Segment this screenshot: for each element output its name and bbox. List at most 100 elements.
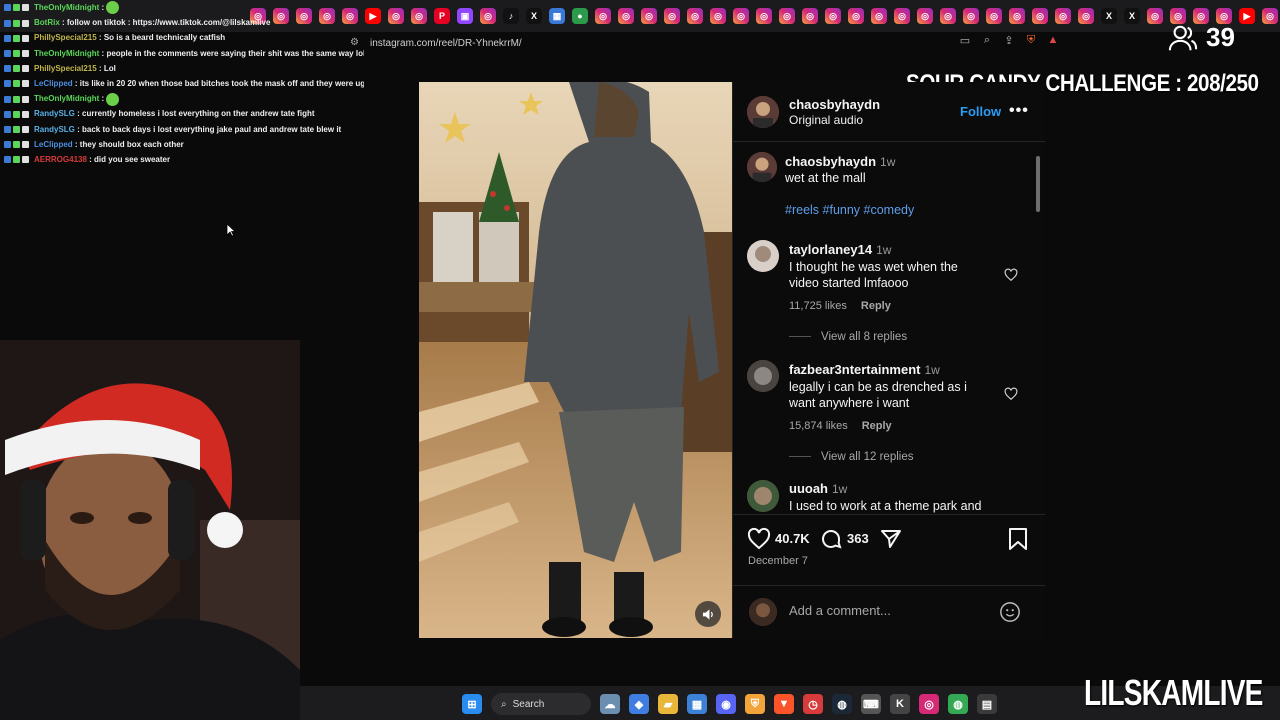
- instagram-icon[interactable]: ◎: [664, 8, 680, 24]
- taskbar-search[interactable]: ⌕ Search: [491, 693, 591, 715]
- like-heart-icon[interactable]: [747, 527, 771, 551]
- instagram-icon[interactable]: ◎: [871, 8, 887, 24]
- author-username[interactable]: chaosbyhaydn: [789, 97, 880, 112]
- instagram-icon[interactable]: ◎: [894, 8, 910, 24]
- youtube-icon[interactable]: ▶: [1239, 8, 1255, 24]
- audio-label[interactable]: Original audio: [789, 113, 863, 127]
- chrome-icon[interactable]: ◍: [948, 694, 968, 714]
- instagram-icon[interactable]: ◎: [986, 8, 1002, 24]
- k-icon[interactable]: K: [890, 694, 910, 714]
- comment-user-name[interactable]: fazbear3ntertainment: [789, 362, 920, 377]
- rewards-icon[interactable]: ▲: [1046, 34, 1060, 47]
- instagram-icon[interactable]: ◎: [779, 8, 795, 24]
- instagram-icon[interactable]: ◎: [687, 8, 703, 24]
- instagram-icon[interactable]: ◎: [1147, 8, 1163, 24]
- instagram-icon[interactable]: ◎: [919, 694, 939, 714]
- instagram-icon[interactable]: ◎: [917, 8, 933, 24]
- widgets-icon[interactable]: ☁: [600, 694, 620, 714]
- comment-avatar[interactable]: [747, 360, 779, 392]
- comment-like-heart-icon[interactable]: [1004, 387, 1018, 401]
- more-options-icon[interactable]: •••: [1009, 102, 1029, 120]
- copilot-icon[interactable]: ◆: [629, 694, 649, 714]
- brave-shield-icon[interactable]: ⛨: [1024, 34, 1038, 47]
- windows-start-icon[interactable]: ⊞: [462, 694, 482, 714]
- comment-likes[interactable]: 15,874 likes: [789, 420, 848, 432]
- instagram-icon[interactable]: ◎: [1009, 8, 1025, 24]
- app-icon[interactable]: ▤: [977, 694, 997, 714]
- view-replies-button[interactable]: View all 12 replies: [789, 451, 913, 463]
- view-replies-button[interactable]: View all 8 replies: [789, 331, 907, 343]
- pip-icon[interactable]: ▭: [958, 34, 972, 47]
- instagram-icon[interactable]: ◎: [1262, 8, 1278, 24]
- instagram-icon[interactable]: ◎: [733, 8, 749, 24]
- x-icon[interactable]: X: [526, 8, 542, 24]
- share-paper-plane-icon[interactable]: [879, 527, 903, 551]
- instagram-icon[interactable]: ◎: [710, 8, 726, 24]
- instagram-icon[interactable]: ◎: [802, 8, 818, 24]
- keyboard-icon[interactable]: ⌨: [861, 694, 881, 714]
- instagram-icon[interactable]: ◎: [480, 8, 496, 24]
- instagram-icon[interactable]: ◎: [756, 8, 772, 24]
- shield-icon[interactable]: ⛨: [745, 694, 765, 714]
- caption-username[interactable]: chaosbyhaydn 1w: [785, 154, 895, 169]
- file-explorer-icon[interactable]: ▰: [658, 694, 678, 714]
- follow-button[interactable]: Follow: [960, 104, 1001, 119]
- comment-avatar[interactable]: [747, 480, 779, 512]
- comment-avatar[interactable]: [747, 240, 779, 272]
- twitch-icon[interactable]: ▣: [457, 8, 473, 24]
- pinterest-icon[interactable]: P: [434, 8, 450, 24]
- instagram-icon[interactable]: ◎: [1055, 8, 1071, 24]
- comments-list[interactable]: chaosbyhaydn 1w wet at the mall #reels #f…: [733, 142, 1045, 514]
- comment-username[interactable]: taylorlaney14 1w: [789, 242, 891, 257]
- instagram-icon[interactable]: ◎: [1032, 8, 1048, 24]
- instagram-icon[interactable]: ◎: [1078, 8, 1094, 24]
- reel-video[interactable]: [419, 82, 732, 638]
- x-icon[interactable]: X: [1101, 8, 1117, 24]
- steam-icon[interactable]: ◍: [832, 694, 852, 714]
- viewer-count: 39: [1168, 22, 1235, 53]
- comment-bubble-icon[interactable]: [819, 527, 843, 551]
- instagram-icon[interactable]: ◎: [963, 8, 979, 24]
- comment-username[interactable]: fazbear3ntertainment 1w: [789, 362, 940, 377]
- caption-author-name[interactable]: chaosbyhaydn: [785, 154, 876, 169]
- address-bar[interactable]: ⚙ instagram.com/reel/DR-YhnekrrM/ ▭ ⌕ ⇪ …: [330, 34, 1070, 52]
- globe-icon[interactable]: ●: [572, 8, 588, 24]
- emoji-picker-icon[interactable]: [999, 601, 1021, 623]
- save-bookmark-icon[interactable]: [1007, 527, 1029, 551]
- instagram-icon[interactable]: ◎: [388, 8, 404, 24]
- comment-likes[interactable]: 11,725 likes: [789, 300, 847, 312]
- instagram-icon[interactable]: ◎: [595, 8, 611, 24]
- mute-button[interactable]: [695, 601, 721, 627]
- comment-username[interactable]: uuoah 1w: [789, 481, 847, 496]
- comment-like-heart-icon[interactable]: [1004, 268, 1018, 282]
- discord-icon[interactable]: ◉: [716, 694, 736, 714]
- instagram-icon[interactable]: ◎: [940, 8, 956, 24]
- comment-user-name[interactable]: taylorlaney14: [789, 242, 872, 257]
- instagram-icon[interactable]: ◎: [848, 8, 864, 24]
- store-icon[interactable]: ▦: [687, 694, 707, 714]
- grid-icon[interactable]: ▦: [549, 8, 565, 24]
- zoom-icon[interactable]: ⌕: [980, 34, 994, 47]
- comment-user-name[interactable]: uuoah: [789, 481, 828, 496]
- brave-icon[interactable]: ▼: [774, 694, 794, 714]
- tiktok-icon[interactable]: ♪: [503, 8, 519, 24]
- comments-scrollbar[interactable]: [1035, 144, 1041, 510]
- instagram-icon[interactable]: ◎: [411, 8, 427, 24]
- youtube-icon[interactable]: ▶: [365, 8, 381, 24]
- share-icon[interactable]: ⇪: [1002, 34, 1016, 47]
- author-avatar[interactable]: [747, 96, 779, 128]
- clock-icon[interactable]: ◷: [803, 694, 823, 714]
- caption-hashtags[interactable]: #reels #funny #comedy: [785, 203, 914, 217]
- instagram-icon[interactable]: ◎: [641, 8, 657, 24]
- comment-count[interactable]: 363: [847, 531, 869, 546]
- scrollbar-thumb[interactable]: [1036, 156, 1040, 212]
- like-count[interactable]: 40.7K: [775, 531, 810, 546]
- url-text[interactable]: instagram.com/reel/DR-YhnekrrM/: [370, 38, 522, 49]
- reply-button[interactable]: Reply: [861, 300, 891, 312]
- caption-author-avatar[interactable]: [747, 152, 777, 182]
- reply-button[interactable]: Reply: [862, 420, 892, 432]
- x-icon[interactable]: X: [1124, 8, 1140, 24]
- instagram-icon[interactable]: ◎: [618, 8, 634, 24]
- instagram-icon[interactable]: ◎: [825, 8, 841, 24]
- add-comment-input[interactable]: [789, 603, 989, 618]
